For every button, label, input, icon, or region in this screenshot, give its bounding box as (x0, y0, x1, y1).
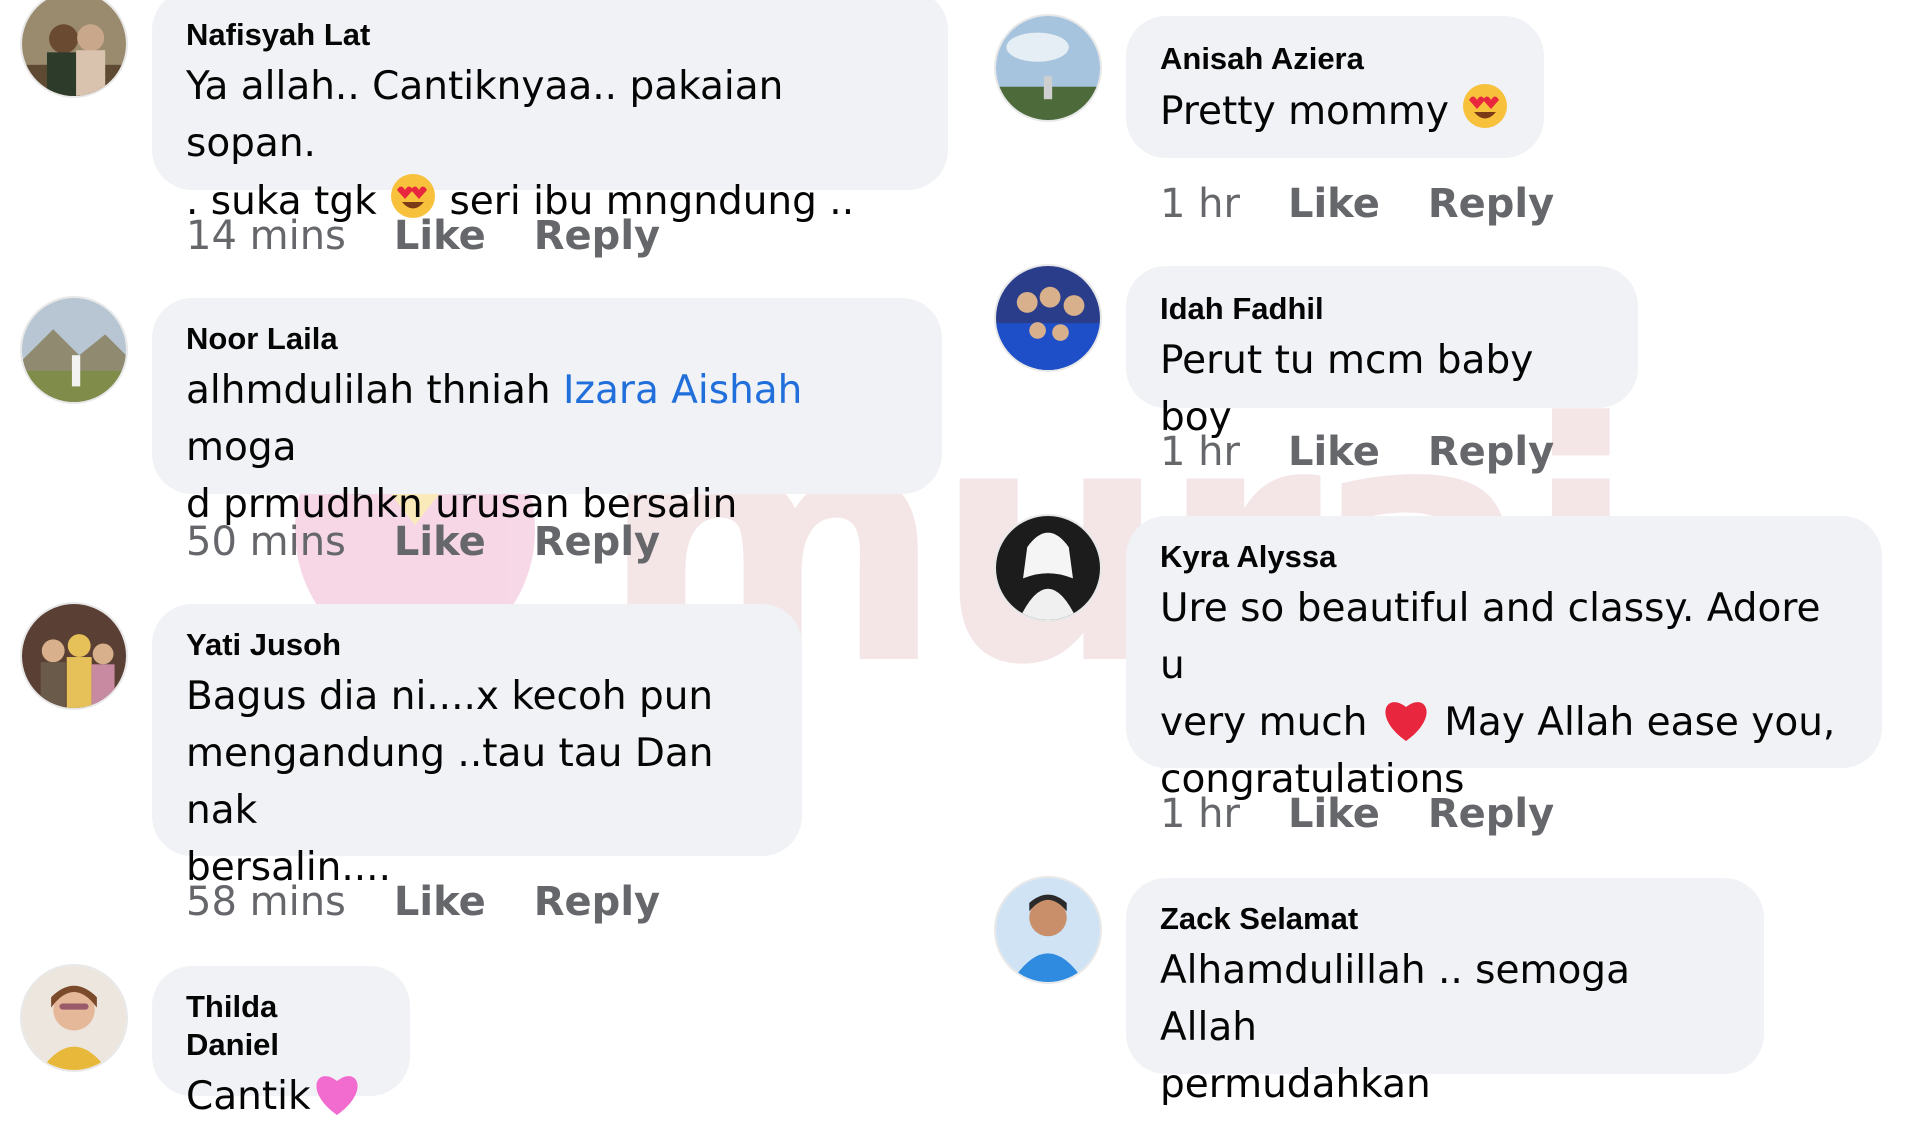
comment-time: 50 mins (186, 519, 346, 565)
reply-button[interactable]: Reply (534, 212, 660, 260)
like-button[interactable]: Like (1288, 428, 1380, 476)
comment-time: 1 hr (1160, 791, 1240, 837)
heart-eyes-emoji-icon (1463, 84, 1508, 128)
comment-text: Cantik (186, 1068, 376, 1125)
like-button[interactable]: Like (1288, 180, 1380, 228)
reply-button[interactable]: Reply (1428, 180, 1554, 228)
comment-bubble: Kyra Alyssa Ure so beautiful and classy.… (1126, 516, 1882, 802)
comment-bubble: Nafisyah Lat Ya allah.. Cantiknyaa.. pak… (152, 0, 948, 224)
comment-bubble: Thilda Daniel Cantik (152, 966, 410, 1119)
like-button[interactable]: Like (1288, 790, 1380, 838)
comment-text: Ya allah.. Cantiknyaa.. pakaian sopan. .… (186, 64, 855, 224)
commenter-name[interactable]: Nafisyah Lat (186, 16, 914, 54)
commenter-name[interactable]: Anisah Aziera (1160, 40, 1510, 78)
comment-time: 1 hr (1160, 429, 1240, 475)
commenter-name[interactable]: Yati Jusoh (186, 626, 768, 664)
reply-button[interactable]: Reply (1428, 790, 1554, 838)
comment-text: Ure so beautiful and classy. Adore u ver… (1160, 586, 1836, 802)
pink-heart-emoji-icon (315, 1076, 358, 1115)
comment-actions: 1 hr Like Reply (1160, 428, 1554, 476)
couple-avatar-icon[interactable] (22, 0, 126, 96)
comment-text: Alhamdulillah .. semoga Allah permudahka… (1160, 948, 1630, 1107)
comment-time: 1 hr (1160, 181, 1240, 227)
commenter-name[interactable]: Thilda Daniel (186, 988, 376, 1064)
commenter-name[interactable]: Zack Selamat (1160, 900, 1730, 938)
commenter-name[interactable]: Noor Laila (186, 320, 908, 358)
family-avatar-icon[interactable] (22, 604, 126, 708)
woman-avatar-icon[interactable] (22, 966, 126, 1070)
comment-time: 58 mins (186, 879, 346, 925)
comment-bubble: Zack Selamat Alhamdulillah .. semoga All… (1126, 878, 1764, 1107)
commenter-name[interactable]: Idah Fadhil (1160, 290, 1604, 328)
bride-avatar-icon[interactable] (996, 516, 1100, 620)
sky-avatar-icon[interactable] (996, 16, 1100, 120)
comment-text: Pretty mommy (1160, 82, 1510, 140)
landscape-avatar-icon[interactable] (22, 298, 126, 402)
comment-actions: 1 hr Like Reply (1160, 180, 1554, 228)
like-button[interactable]: Like (394, 518, 486, 566)
comment-actions: 50 mins Like Reply (186, 518, 660, 566)
like-button[interactable]: Like (394, 878, 486, 926)
red-heart-emoji-icon (1385, 702, 1427, 741)
comment-text: alhmdulilah thniah Izara Aishah moga d p… (186, 368, 803, 527)
comment-bubble: Noor Laila alhmdulilah thniah Izara Aish… (152, 298, 942, 527)
blue-family-avatar-icon[interactable] (996, 266, 1100, 370)
comment-bubble: Anisah Aziera Pretty mommy (1126, 16, 1544, 158)
comment-actions: 14 mins Like Reply (186, 212, 660, 260)
reply-button[interactable]: Reply (534, 878, 660, 926)
comment-time: 14 mins (186, 213, 346, 259)
comment-actions: 1 hr Like Reply (1160, 790, 1554, 838)
comment-bubble: Idah Fadhil Perut tu mcm baby boy (1126, 266, 1638, 440)
comment-actions: 58 mins Like Reply (186, 878, 660, 926)
reply-button[interactable]: Reply (1428, 428, 1554, 476)
mention-link[interactable]: Izara Aishah (563, 368, 802, 413)
reply-button[interactable]: Reply (534, 518, 660, 566)
commenter-name[interactable]: Kyra Alyssa (1160, 538, 1848, 576)
comment-bubble: Yati Jusoh Bagus dia ni....x kecoh pun m… (152, 604, 802, 890)
like-button[interactable]: Like (394, 212, 486, 260)
comment-text: Bagus dia ni....x kecoh pun mengandung .… (186, 674, 714, 890)
child-avatar-icon[interactable] (996, 878, 1100, 982)
